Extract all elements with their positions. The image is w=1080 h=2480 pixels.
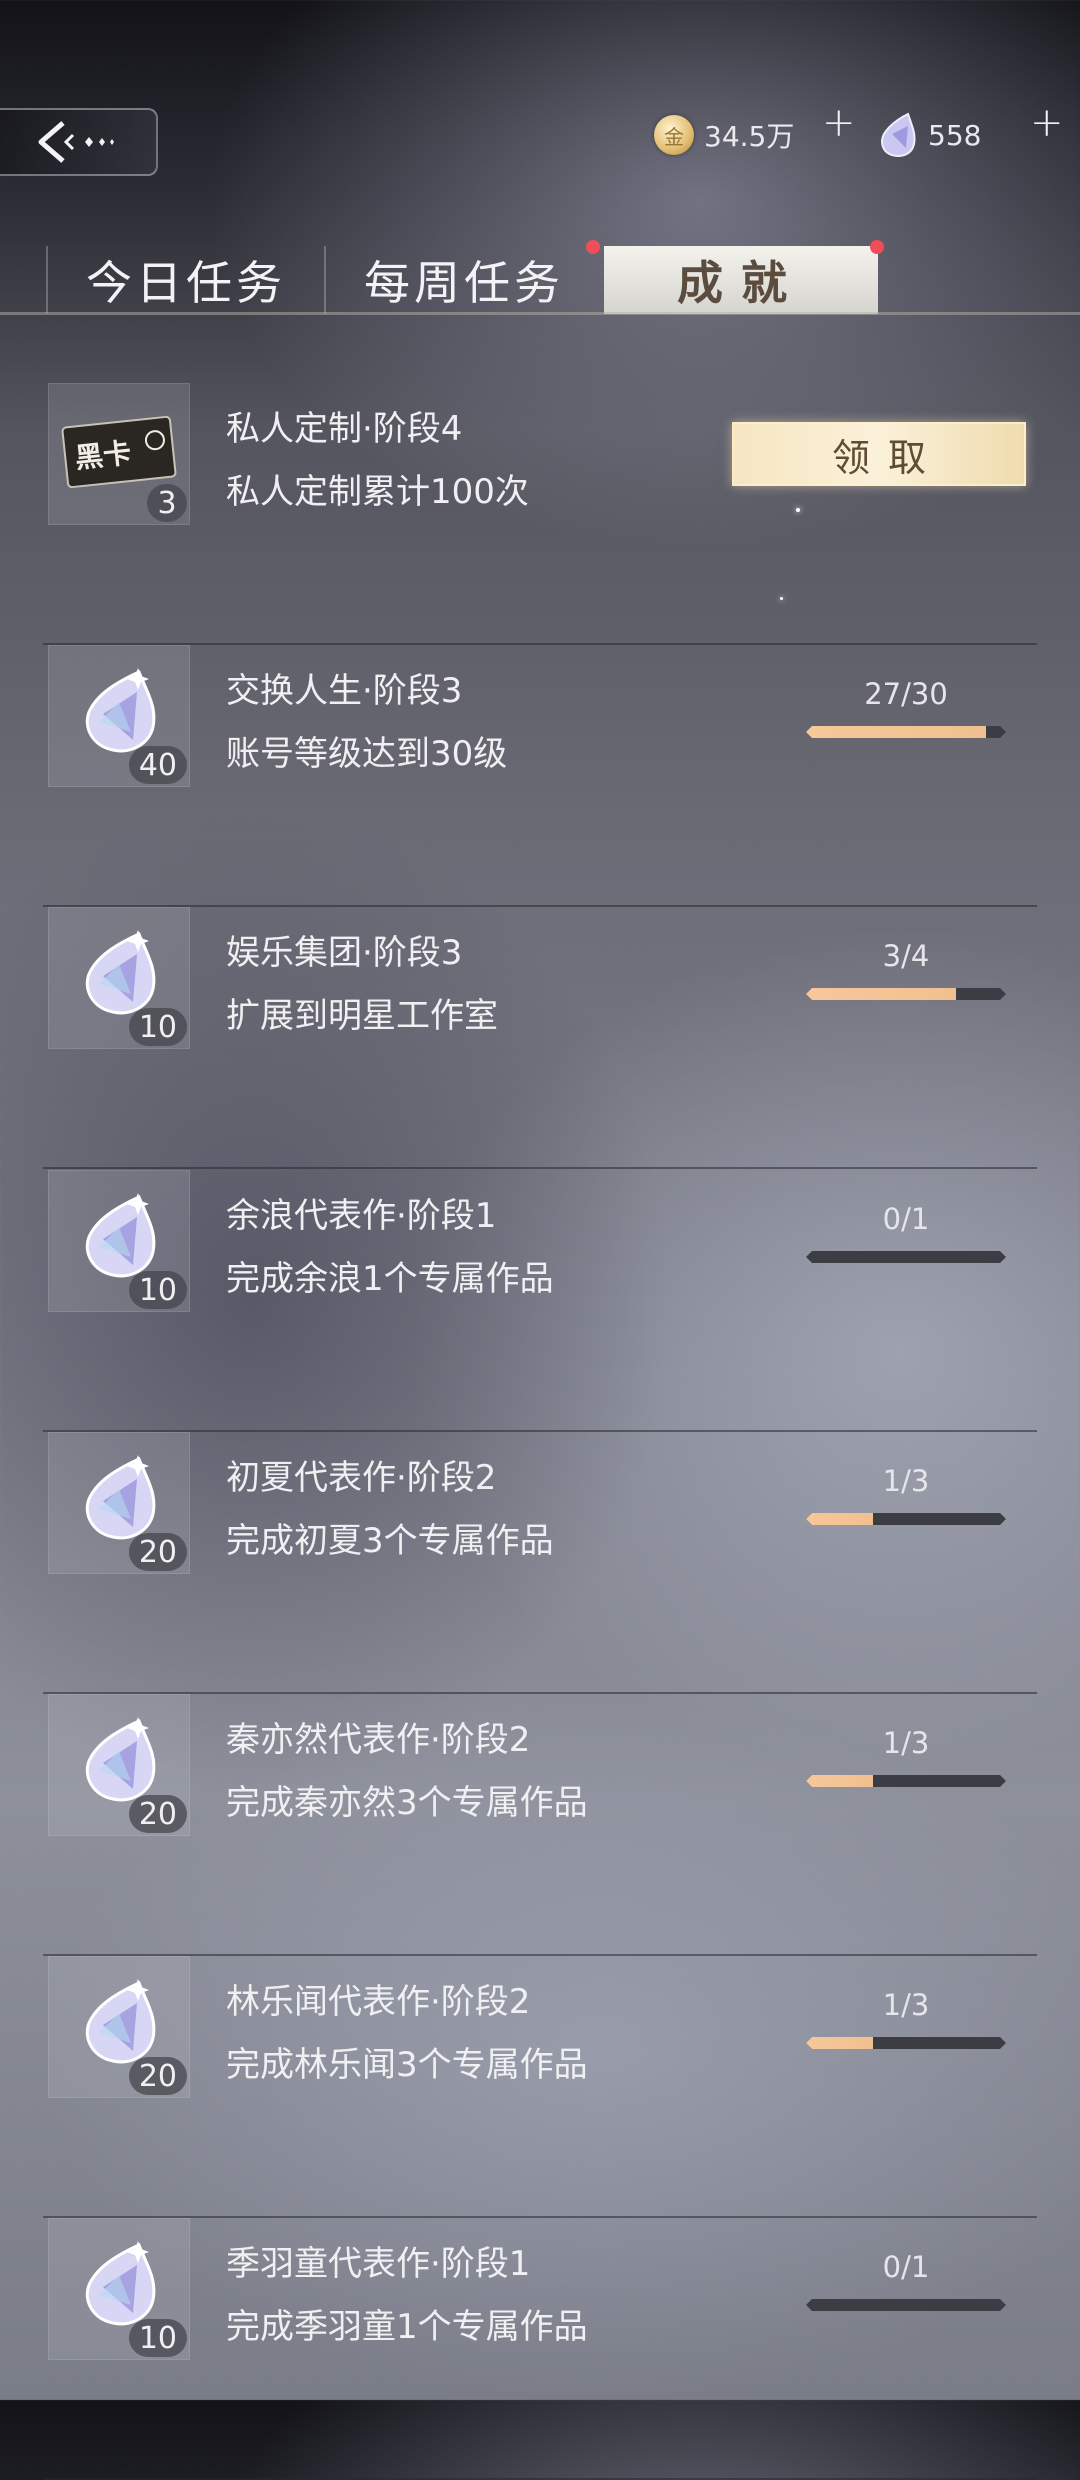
achievement-description: 完成初夏3个专属作品 xyxy=(226,1521,554,1561)
reward-count: 20 xyxy=(128,1533,187,1571)
gold-currency: 金 34.5万 xyxy=(654,108,794,162)
tab-daily[interactable]: 今日任务 xyxy=(46,246,324,314)
progress-text: 3/4 xyxy=(882,939,930,973)
reward-count: 10 xyxy=(128,1008,187,1046)
achievement-description: 账号等级达到30级 xyxy=(226,734,508,774)
claim-button[interactable]: 领取 xyxy=(732,422,1026,486)
achievement-title: 初夏代表作·阶段2 xyxy=(226,1458,497,1498)
progress-fill xyxy=(806,726,986,738)
add-gold-button[interactable]: + xyxy=(822,100,856,146)
tab-weekly-label: 每周任务 xyxy=(364,256,564,310)
achievement-description: 完成秦亦然3个专属作品 xyxy=(226,1783,588,1823)
achievement-row: 10 娱乐集团·阶段3 扩展到明星工作室 3/4 xyxy=(0,907,1080,1169)
achievement-title: 私人定制·阶段4 xyxy=(226,409,463,449)
progress-text: 1/3 xyxy=(882,1726,930,1760)
progress-text: 1/3 xyxy=(882,1988,930,2022)
black-card-icon: 黑卡 xyxy=(61,414,177,494)
gold-coin-icon: 金 xyxy=(654,115,694,155)
progress-bar xyxy=(806,988,1006,1000)
reward-icon-box: 40 xyxy=(48,645,190,787)
achievement-title: 季羽童代表作·阶段1 xyxy=(226,2244,531,2284)
achievement-description: 私人定制累计100次 xyxy=(226,472,529,512)
achievement-title: 余浪代表作·阶段1 xyxy=(226,1196,497,1236)
tab-achievements-label: 成就 xyxy=(677,256,805,310)
add-diamond-button[interactable]: + xyxy=(1030,100,1064,146)
achievement-description: 完成季羽童1个专属作品 xyxy=(226,2307,588,2347)
reward-icon-box: 20 xyxy=(48,1956,190,2098)
gold-value: 34.5万 xyxy=(704,120,795,153)
reward-icon-box: 20 xyxy=(48,1432,190,1574)
black-card-label: 黑卡 xyxy=(73,436,133,475)
reward-icon-box: 10 xyxy=(48,1170,190,1312)
achievement-row: 40 交换人生·阶段3 账号等级达到30级 27/30 xyxy=(0,645,1080,907)
progress-bar xyxy=(806,726,1006,738)
achievement-row: 10 余浪代表作·阶段1 完成余浪1个专属作品 0/1 xyxy=(0,1170,1080,1432)
reward-icon-box: 10 xyxy=(48,2218,190,2360)
progress-text: 27/30 xyxy=(864,677,948,711)
progress-fill xyxy=(806,1513,873,1525)
progress-fill xyxy=(806,2037,873,2049)
diamond-value: 558 xyxy=(928,118,982,152)
row-divider xyxy=(43,1167,1037,1169)
tab-bar: 今日任务 每周任务 成就 xyxy=(46,240,884,314)
reward-count: 10 xyxy=(128,1271,187,1309)
reward-count: 20 xyxy=(128,2057,187,2095)
progress-text: 1/3 xyxy=(882,1464,930,1498)
achievement-description: 完成林乐闻3个专属作品 xyxy=(226,2045,588,2085)
achievement-row: 20 林乐闻代表作·阶段2 完成林乐闻3个专属作品 1/3 xyxy=(0,1956,1080,2218)
achievement-description: 完成余浪1个专属作品 xyxy=(226,1259,554,1299)
achievement-row: 20 初夏代表作·阶段2 完成初夏3个专属作品 1/3 xyxy=(0,1432,1080,1694)
reward-icon-box: 黑卡 3 xyxy=(48,383,190,525)
progress-bar xyxy=(806,2037,1006,2049)
diamond-icon xyxy=(881,112,916,157)
notification-dot xyxy=(870,240,884,254)
progress-bar xyxy=(806,1775,1006,1787)
progress-fill xyxy=(806,1775,873,1787)
tab-achievements[interactable]: 成就 xyxy=(586,240,884,314)
progress-text: 0/1 xyxy=(882,1202,930,1236)
reward-count: 3 xyxy=(147,484,187,522)
tab-daily-label: 今日任务 xyxy=(86,256,286,310)
achievement-title: 交换人生·阶段3 xyxy=(226,671,463,711)
reward-icon-box: 10 xyxy=(48,907,190,1049)
tab-weekly[interactable]: 每周任务 xyxy=(324,246,602,314)
progress-text: 0/1 xyxy=(882,2250,930,2284)
achievement-description: 扩展到明星工作室 xyxy=(226,996,498,1036)
notification-dot xyxy=(586,240,600,254)
progress-bar xyxy=(806,1251,1006,1263)
diamond-currency: 558 xyxy=(878,108,981,162)
back-button[interactable] xyxy=(0,108,158,176)
reward-count: 20 xyxy=(128,1795,187,1833)
achievement-row: 20 秦亦然代表作·阶段2 完成秦亦然3个专属作品 1/3 xyxy=(0,1694,1080,1956)
achievement-title: 秦亦然代表作·阶段2 xyxy=(226,1720,531,1760)
achievement-row: 10 季羽童代表作·阶段1 完成季羽童1个专属作品 0/1 xyxy=(0,2218,1080,2480)
progress-bar xyxy=(806,1513,1006,1525)
progress-fill xyxy=(806,988,956,1000)
achievement-title: 林乐闻代表作·阶段2 xyxy=(226,1982,531,2022)
progress-bar xyxy=(806,2299,1006,2311)
claim-button-label: 领取 xyxy=(831,435,944,480)
reward-count: 10 xyxy=(128,2319,187,2357)
reward-icon-box: 20 xyxy=(48,1694,190,1836)
reward-count: 40 xyxy=(128,746,187,784)
back-arrow-icon xyxy=(38,121,114,163)
achievement-title: 娱乐集团·阶段3 xyxy=(226,933,463,973)
tab-underline xyxy=(0,312,1080,315)
